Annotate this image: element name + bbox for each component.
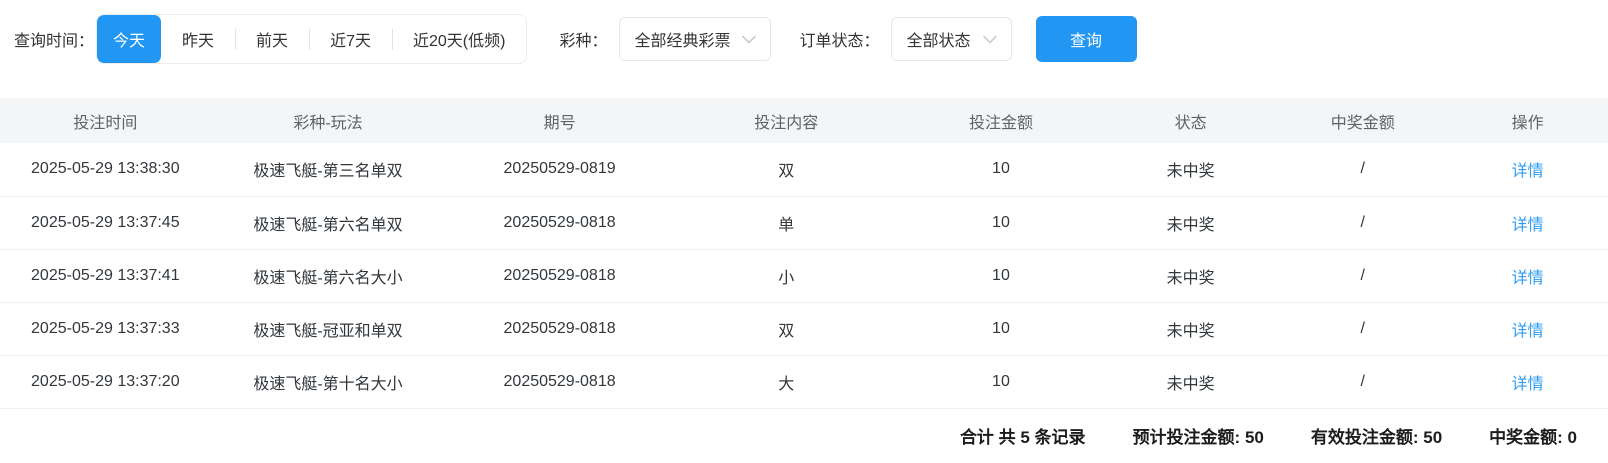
cell-period: 20250529-0818 [445,355,673,408]
table-row: 2025-05-29 13:37:45 极速飞艇-第六名单双 20250529-… [0,196,1608,249]
order-status-label: 订单状态： [799,27,879,51]
header-game-play: 彩种-玩法 [211,98,446,143]
cell-game-play: 极速飞艇-冠亚和单双 [211,302,446,355]
lottery-type-value: 全部经典彩票 [634,27,730,51]
cell-bet-content: 单 [674,196,899,249]
cell-game-play: 极速飞艇-第六名单双 [211,196,446,249]
chevron-down-icon [983,35,997,44]
summary-prize-amount: 中奖金额: 0 [1489,423,1577,448]
cell-bet-amount: 10 [899,302,1103,355]
cell-status: 未中奖 [1103,196,1278,249]
cell-period: 20250529-0818 [445,302,673,355]
cell-bet-amount: 10 [899,143,1103,196]
header-status: 状态 [1103,98,1278,143]
cell-prize-amount: / [1278,355,1447,408]
detail-link[interactable]: 详情 [1512,376,1544,393]
cell-prize-amount: / [1278,249,1447,302]
cell-prize-amount: / [1278,196,1447,249]
cell-bet-content: 大 [674,355,899,408]
header-bet-time: 投注时间 [0,98,211,143]
cell-period: 20250529-0819 [445,143,673,196]
lottery-type-label: 彩种： [559,27,607,51]
header-bet-content: 投注内容 [674,98,899,143]
date-tab-last-7-days[interactable]: 近7天 [309,15,392,63]
cell-status: 未中奖 [1103,302,1278,355]
cell-bet-time: 2025-05-29 13:38:30 [0,143,211,196]
header-bet-amount: 投注金额 [899,98,1103,143]
detail-link[interactable]: 详情 [1512,270,1544,287]
order-status-value: 全部状态 [906,27,970,51]
cell-status: 未中奖 [1103,143,1278,196]
orders-table: 投注时间 彩种-玩法 期号 投注内容 投注金额 状态 中奖金额 操作 2025-… [0,98,1608,409]
table-row: 2025-05-29 13:37:20 极速飞艇-第十名大小 20250529-… [0,355,1608,408]
filter-bar: 查询时间： 今天 昨天 前天 近7天 近20天(低频) 彩种： 全部经典彩票 订… [14,14,1594,64]
date-range-button-group: 今天 昨天 前天 近7天 近20天(低频) [96,14,527,64]
table-header-row: 投注时间 彩种-玩法 期号 投注内容 投注金额 状态 中奖金额 操作 [0,98,1608,143]
cell-bet-time: 2025-05-29 13:37:20 [0,355,211,408]
cell-bet-time: 2025-05-29 13:37:41 [0,249,211,302]
header-actions: 操作 [1447,98,1608,143]
header-period: 期号 [445,98,673,143]
cell-prize-amount: / [1278,302,1447,355]
summary-total-records: 合计 共 5 条记录 [960,423,1086,448]
chevron-down-icon [742,35,756,44]
cell-bet-amount: 10 [899,196,1103,249]
cell-bet-amount: 10 [899,355,1103,408]
detail-link[interactable]: 详情 [1512,217,1544,234]
cell-bet-content: 双 [674,302,899,355]
table-row: 2025-05-29 13:37:33 极速飞艇-冠亚和单双 20250529-… [0,302,1608,355]
detail-link[interactable]: 详情 [1512,323,1544,340]
table-row: 2025-05-29 13:38:30 极速飞艇-第三名单双 20250529-… [0,143,1608,196]
cell-bet-content: 小 [674,249,899,302]
cell-status: 未中奖 [1103,355,1278,408]
query-button[interactable]: 查询 [1036,16,1137,62]
table-row: 2025-05-29 13:37:41 极速飞艇-第六名大小 20250529-… [0,249,1608,302]
summary-expected-amount: 预计投注金额: 50 [1133,423,1264,448]
cell-bet-amount: 10 [899,249,1103,302]
cell-bet-content: 双 [674,143,899,196]
cell-bet-time: 2025-05-29 13:37:33 [0,302,211,355]
cell-period: 20250529-0818 [445,196,673,249]
detail-link[interactable]: 详情 [1512,163,1544,180]
date-filter-label: 查询时间： [14,27,94,51]
date-tab-today[interactable]: 今天 [97,15,161,63]
date-tab-yesterday[interactable]: 昨天 [161,15,235,63]
summary-bar: 合计 共 5 条记录 预计投注金额: 50 有效投注金额: 50 中奖金额: 0 [0,409,1608,463]
cell-game-play: 极速飞艇-第六名大小 [211,249,446,302]
summary-valid-amount: 有效投注金额: 50 [1311,423,1442,448]
lottery-type-select[interactable]: 全部经典彩票 [619,17,771,61]
cell-game-play: 极速飞艇-第十名大小 [211,355,446,408]
date-tab-day-before[interactable]: 前天 [235,15,309,63]
cell-bet-time: 2025-05-29 13:37:45 [0,196,211,249]
cell-prize-amount: / [1278,143,1447,196]
cell-status: 未中奖 [1103,249,1278,302]
order-status-select[interactable]: 全部状态 [891,17,1011,61]
date-tab-last-20-days[interactable]: 近20天(低频) [392,15,526,63]
header-prize-amount: 中奖金额 [1278,98,1447,143]
cell-game-play: 极速飞艇-第三名单双 [211,143,446,196]
cell-period: 20250529-0818 [445,249,673,302]
